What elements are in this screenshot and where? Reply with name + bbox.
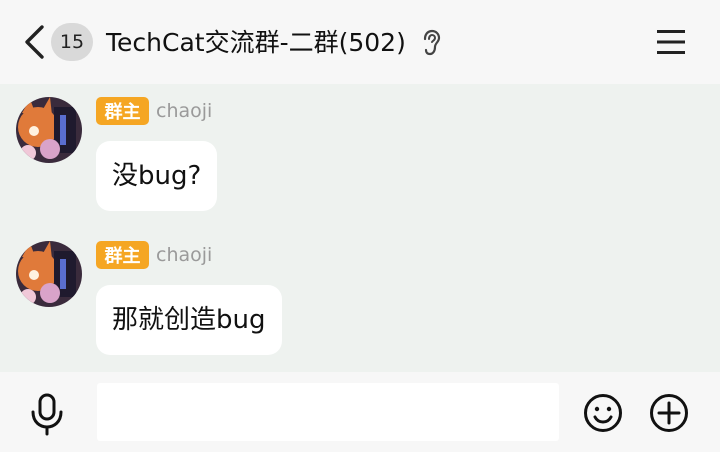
ear-icon [421, 29, 443, 57]
back-chevron-icon[interactable] [20, 24, 50, 60]
owner-role-badge: 群主 [96, 241, 149, 269]
avatar[interactable] [16, 241, 82, 307]
sender-name[interactable]: chaoji [156, 241, 212, 269]
menu-icon[interactable] [654, 26, 690, 58]
microphone-icon[interactable] [28, 392, 66, 436]
page-title: TechCat交流群-二群(502) [106, 28, 406, 57]
message-input[interactable] [97, 383, 559, 441]
unread-count-badge[interactable]: 15 [51, 23, 93, 61]
message-bubble[interactable]: 没bug? [96, 141, 218, 211]
sender-name[interactable]: chaoji [156, 97, 212, 125]
message-bubble[interactable]: 那就创造bug [96, 285, 282, 355]
emoji-icon[interactable] [582, 392, 624, 434]
plus-icon[interactable] [648, 392, 690, 434]
avatar[interactable] [16, 97, 82, 163]
owner-role-badge: 群主 [96, 97, 149, 125]
